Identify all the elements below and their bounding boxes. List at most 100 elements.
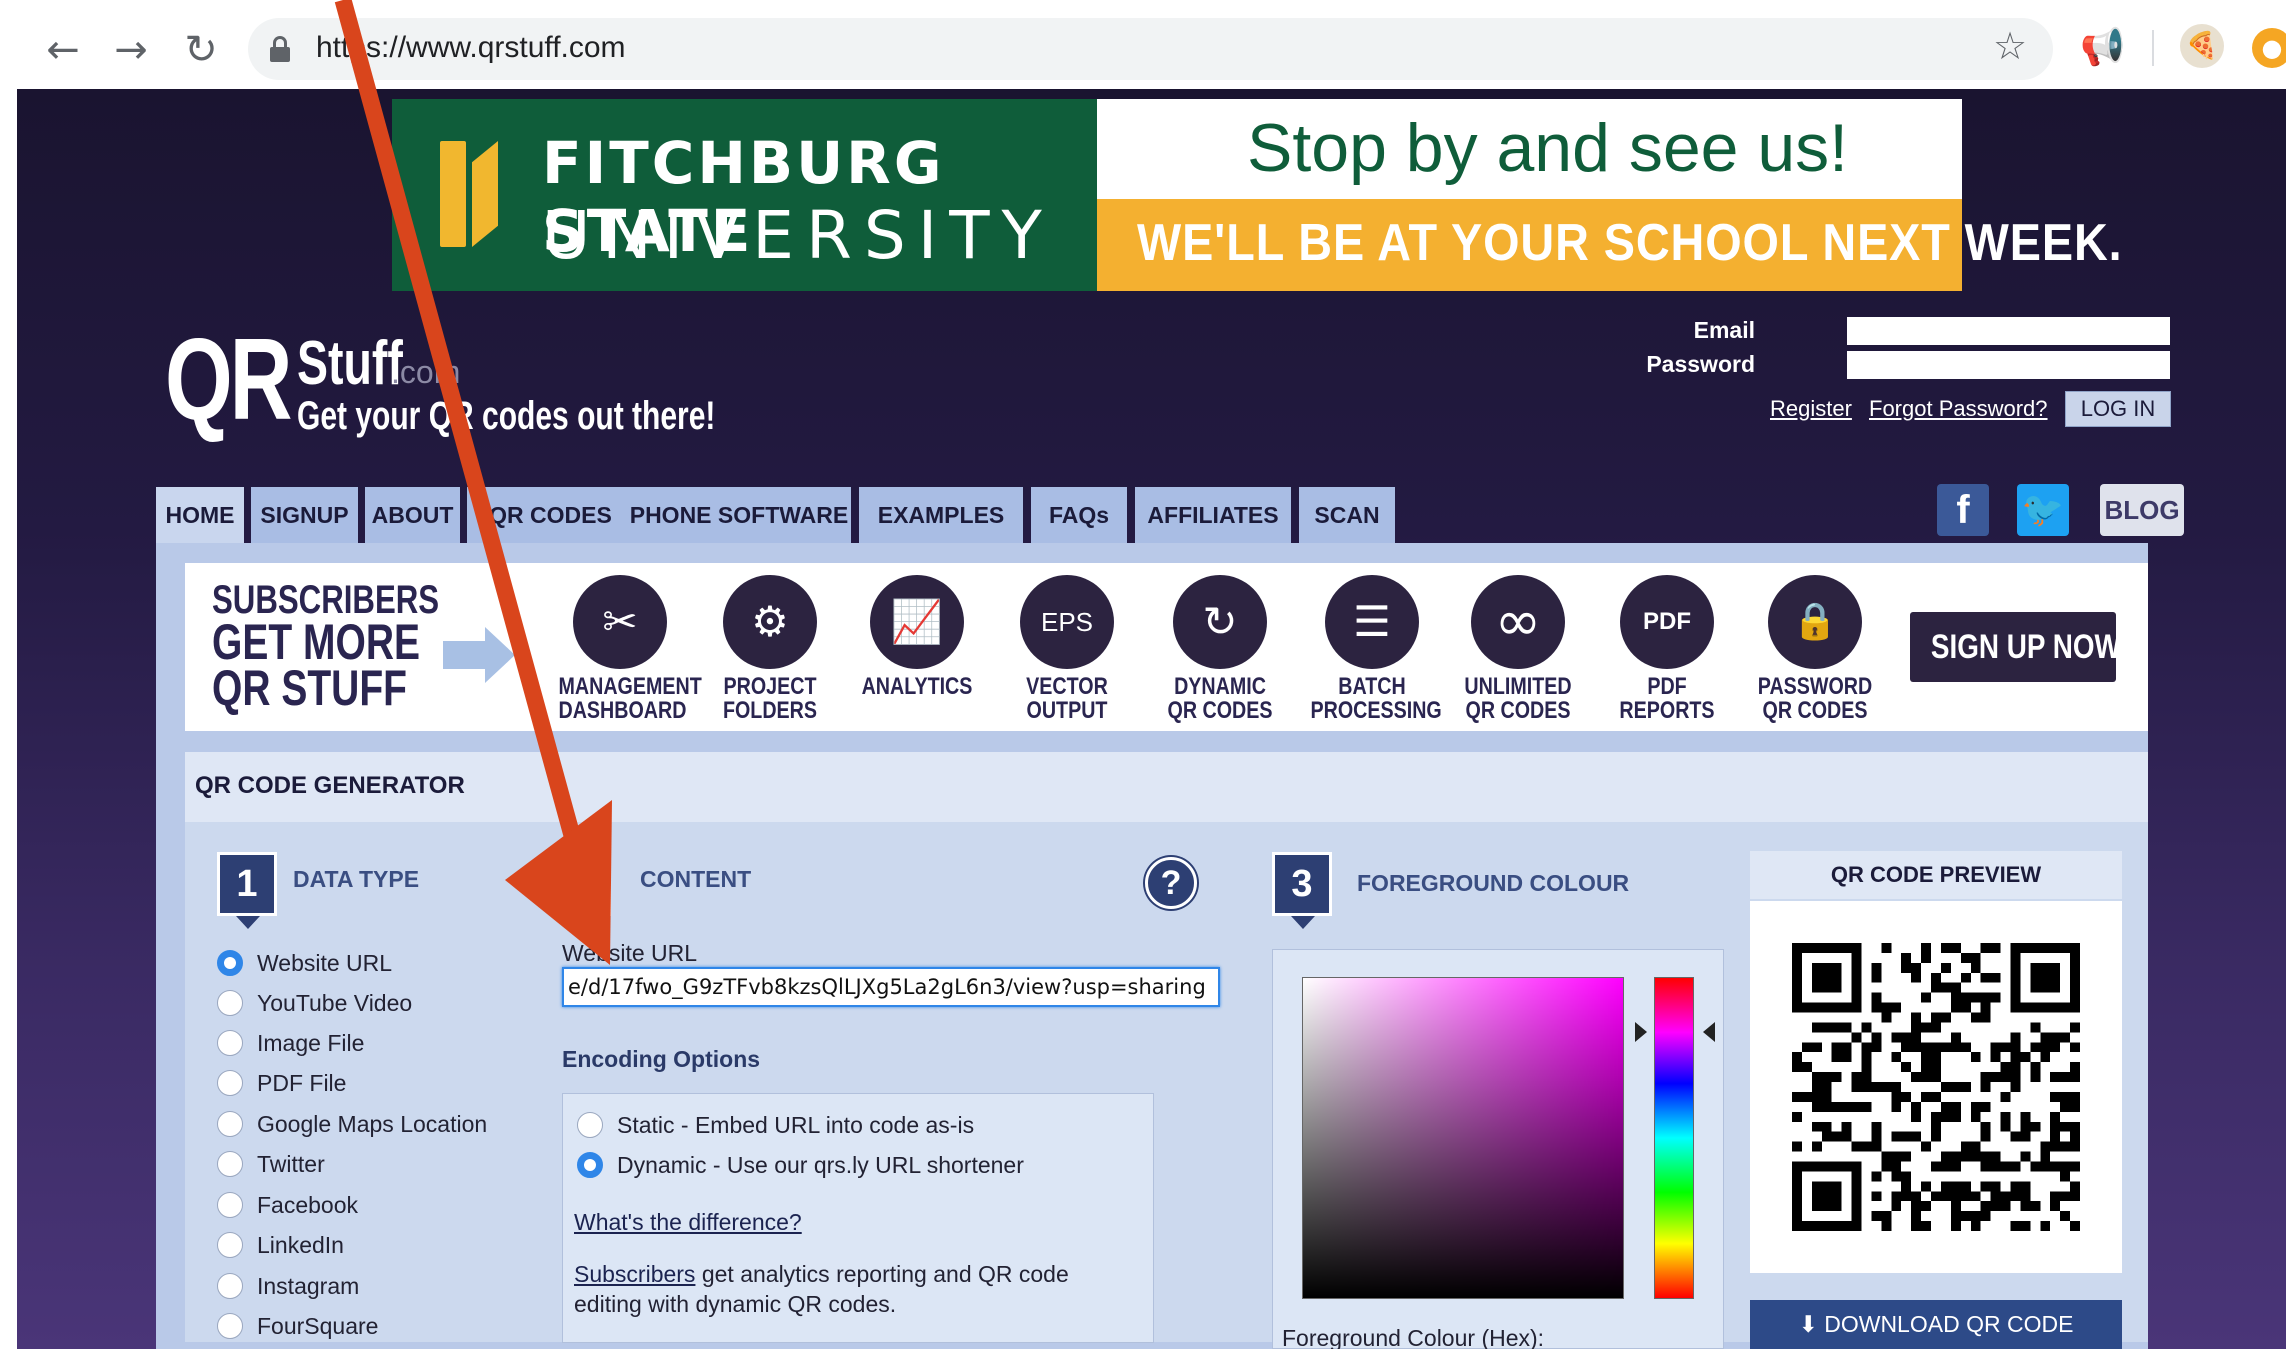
reload-icon[interactable]: ↻: [176, 25, 226, 75]
hue-slider-right-handle[interactable]: [1703, 1022, 1715, 1042]
feature-batch-processing[interactable]: ☰ BATCH PROCESSING: [1297, 575, 1447, 723]
tab-scan[interactable]: SCAN: [1299, 487, 1395, 543]
website-url-field[interactable]: e/d/17fwo_G9zTFvb8kzsQlLJXg5La2gL6n3/vie…: [562, 967, 1220, 1007]
radio-label: Dynamic - Use our qrs.ly URL shortener: [617, 1151, 1024, 1178]
radio-label: Facebook: [257, 1191, 359, 1218]
list-icon: ☰: [1325, 575, 1419, 669]
extension-icon[interactable]: 🍕: [2180, 24, 2224, 68]
university-logo: [440, 141, 498, 247]
blog-button[interactable]: BLOG: [2100, 484, 2184, 536]
megaphone-icon[interactable]: 📢: [2080, 26, 2125, 68]
tab-affiliates[interactable]: AFFILIATES: [1135, 487, 1291, 543]
radio[interactable]: [217, 1070, 243, 1096]
chart-icon: 📈: [870, 575, 964, 669]
twitter-icon[interactable]: 🐦: [2017, 484, 2069, 536]
browser-toolbar: ← → ↻ https://www.qrstuff.com ☆ 📢 🍕 ●: [0, 0, 2286, 89]
radio[interactable]: [217, 990, 243, 1016]
address-bar[interactable]: https://www.qrstuff.com ☆: [248, 18, 2053, 80]
radio-label: FourSquare: [257, 1312, 379, 1339]
help-icon[interactable]: ?: [1145, 857, 1197, 909]
tab-phone-software[interactable]: PHONE SOFTWARE: [627, 487, 851, 543]
data-type-youtube[interactable]: YouTube Video: [217, 988, 412, 1018]
data-type-image[interactable]: Image File: [217, 1028, 364, 1058]
colour-hue-slider[interactable]: [1654, 977, 1694, 1299]
radio-label: Image File: [257, 1029, 365, 1056]
back-icon[interactable]: ←: [38, 25, 88, 75]
radio[interactable]: [217, 1111, 243, 1137]
feature-label: PDF REPORTS: [1619, 673, 1715, 724]
radio-label: Website URL: [257, 949, 393, 976]
hue-slider-left-handle[interactable]: [1635, 1022, 1647, 1042]
feature-unlimited-qr[interactable]: ∞ UNLIMITED QR CODES: [1443, 575, 1593, 723]
feature-pdf-reports[interactable]: PDF PDF REPORTS: [1592, 575, 1742, 723]
step-1-title: DATA TYPE: [293, 866, 420, 892]
data-type-google-maps[interactable]: Google Maps Location: [217, 1109, 487, 1139]
data-type-pdf[interactable]: PDF File: [217, 1068, 346, 1098]
data-type-facebook[interactable]: Facebook: [217, 1190, 358, 1220]
feature-label: DYNAMIC QR CODES: [1167, 673, 1273, 724]
sign-up-now-label: SIGN UP NOW: [1930, 628, 2121, 666]
radio[interactable]: [217, 1313, 243, 1339]
radio[interactable]: [217, 1151, 243, 1177]
data-type-instagram[interactable]: Instagram: [217, 1271, 359, 1301]
feature-password-qr[interactable]: 🔒 PASSWORD QR CODES: [1740, 575, 1890, 723]
subscribers-link[interactable]: Subscribers: [574, 1261, 695, 1287]
whats-the-difference-link[interactable]: What's the difference?: [574, 1209, 802, 1236]
data-type-linkedin[interactable]: LinkedIn: [217, 1230, 344, 1260]
radio[interactable]: [217, 1192, 243, 1218]
ad-university-name-2: UNIVERSITY: [542, 197, 1054, 274]
tab-examples[interactable]: EXAMPLES: [859, 487, 1023, 543]
register-link[interactable]: Register: [1770, 396, 1852, 422]
star-icon[interactable]: ☆: [1993, 24, 2027, 68]
sign-up-now-button[interactable]: SIGN UP NOW: [1910, 612, 2121, 682]
url-text[interactable]: https://www.qrstuff.com: [316, 31, 626, 65]
lock-icon[interactable]: [270, 36, 290, 62]
tab-qr-codes[interactable]: QR CODES: [467, 487, 634, 543]
page-background: FITCHBURG STATE UNIVERSITY Stop by and s…: [17, 89, 2286, 1349]
tab-signup[interactable]: SIGNUP: [251, 487, 358, 543]
forward-icon[interactable]: →: [106, 25, 156, 75]
radio-label: Static - Embed URL into code as-is: [617, 1111, 975, 1138]
radio-selected[interactable]: [217, 950, 243, 976]
radio[interactable]: [577, 1112, 603, 1138]
ad-subline: WE'LL BE AT YOUR SCHOOL NEXT WEEK.: [1137, 214, 2123, 272]
login-button[interactable]: LOG IN: [2065, 391, 2171, 427]
qr-code-image: [1792, 943, 2080, 1231]
forgot-password-link[interactable]: Forgot Password?: [1869, 396, 2048, 422]
profile-icon[interactable]: ●: [2252, 28, 2286, 68]
encoding-static[interactable]: Static - Embed URL into code as-is: [577, 1110, 974, 1140]
ad-banner[interactable]: FITCHBURG STATE UNIVERSITY Stop by and s…: [392, 99, 2122, 291]
radio[interactable]: [217, 1030, 243, 1056]
feature-project-folders[interactable]: ⚙ PROJECT FOLDERS: [695, 575, 845, 723]
facebook-icon[interactable]: f: [1937, 484, 1989, 536]
foreground-hex-label: Foreground Colour (Hex):: [1282, 1325, 1545, 1349]
tools-icon: ✂: [573, 575, 667, 669]
feature-analytics[interactable]: 📈 ANALYTICS: [842, 575, 992, 699]
feature-vector-output[interactable]: EPS VECTOR OUTPUT: [992, 575, 1142, 723]
pdf-icon: PDF: [1620, 575, 1714, 669]
download-qr-code-button[interactable]: ⬇ DOWNLOAD QR CODE: [1750, 1300, 2122, 1349]
ad-headline: Stop by and see us!: [1247, 110, 1849, 186]
data-type-twitter[interactable]: Twitter: [217, 1149, 325, 1179]
subscribers-note: Subscribers get analytics reporting and …: [574, 1259, 1114, 1319]
feature-label: ANALYTICS: [861, 673, 973, 700]
data-type-website-url[interactable]: Website URL: [217, 948, 392, 978]
tab-faqs[interactable]: FAQs: [1031, 487, 1127, 543]
data-type-foursquare[interactable]: FourSquare: [217, 1311, 378, 1341]
feature-dynamic-qr[interactable]: ↻ DYNAMIC QR CODES: [1145, 575, 1295, 723]
tab-home[interactable]: HOME: [156, 487, 244, 543]
tab-about[interactable]: ABOUT: [365, 487, 460, 543]
encoding-dynamic[interactable]: Dynamic - Use our qrs.ly URL shortener: [577, 1150, 1024, 1180]
colour-saturation-picker[interactable]: [1302, 977, 1624, 1299]
feature-management-dashboard[interactable]: ✂ MANAGEMENT DASHBOARD: [545, 575, 702, 723]
radio-selected[interactable]: [577, 1152, 603, 1178]
radio[interactable]: [217, 1273, 243, 1299]
data-type-list: Website URL YouTube Video Image File PDF…: [217, 948, 617, 1349]
password-field[interactable]: [1847, 351, 2170, 379]
radio[interactable]: [217, 1232, 243, 1258]
feature-label: VECTOR OUTPUT: [1026, 673, 1108, 724]
password-label: Password: [1646, 351, 1755, 377]
radio-label: PDF File: [257, 1069, 347, 1096]
download-icon: ⬇: [1798, 1311, 1825, 1337]
email-field[interactable]: [1847, 317, 2170, 345]
